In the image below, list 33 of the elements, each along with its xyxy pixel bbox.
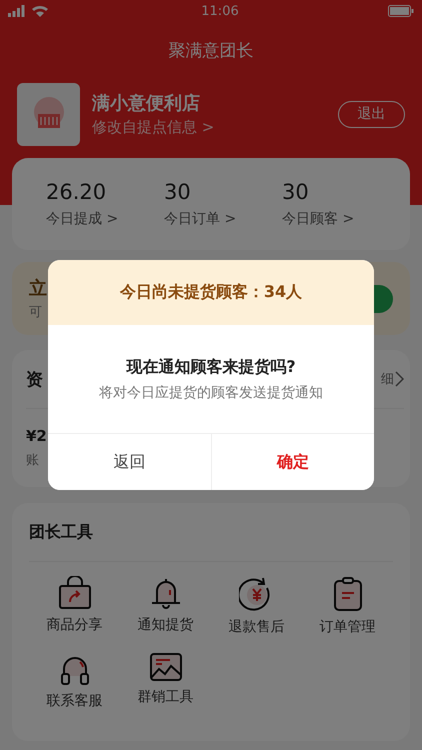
stat-value: 30 [164, 180, 192, 204]
funds-amount: ¥2 [26, 427, 47, 445]
edit-pickup-info-link[interactable]: 修改自提点信息 > [92, 118, 326, 137]
tool-label[interactable]: 商品分享 [46, 616, 102, 634]
clipboard-icon [332, 576, 364, 612]
tool-label[interactable]: 群销工具 [138, 688, 194, 706]
funds-amount-label: 账 [26, 452, 39, 469]
dialog-message: 将对今日应提货的顾客发送提货通知 [99, 384, 323, 402]
funds-detail-link[interactable]: 细 [381, 370, 404, 388]
stat-link[interactable]: 今日顾客 > [282, 210, 400, 228]
stat-value: 26.20 [46, 180, 108, 204]
chevron-right-icon [395, 371, 404, 387]
funds-title: 资 [26, 368, 43, 390]
tool-label[interactable]: 订单管理 [320, 618, 376, 636]
stat-link[interactable]: 今日提成 > [46, 210, 164, 228]
dialog-header-text: 今日尚未提货顾客：34人 [120, 282, 302, 303]
tools-title: 团长工具 [29, 522, 93, 542]
tool-label[interactable]: 退款售后 [228, 618, 284, 636]
store-name: 满小意便利店 [92, 92, 201, 115]
stat-link[interactable]: 今日订单 > [164, 210, 282, 228]
image-icon [148, 652, 182, 682]
tool-label[interactable]: 通知提货 [138, 616, 194, 634]
dialog-question: 现在通知顾客来提货吗? [126, 356, 296, 378]
promo-subtitle: 可 [29, 304, 43, 321]
page-title: 聚满意团长 [168, 40, 254, 62]
status-time: 11:06 [201, 4, 239, 18]
share-bag-icon [56, 576, 92, 610]
tool-label[interactable]: 联系客服 [46, 692, 102, 710]
logout-button[interactable]: 退出 [338, 100, 405, 128]
stat-value: 30 [282, 180, 310, 204]
battery-icon [388, 5, 414, 17]
confirm-button[interactable]: 确定 [211, 434, 374, 490]
promo-title: 立 [29, 277, 47, 300]
